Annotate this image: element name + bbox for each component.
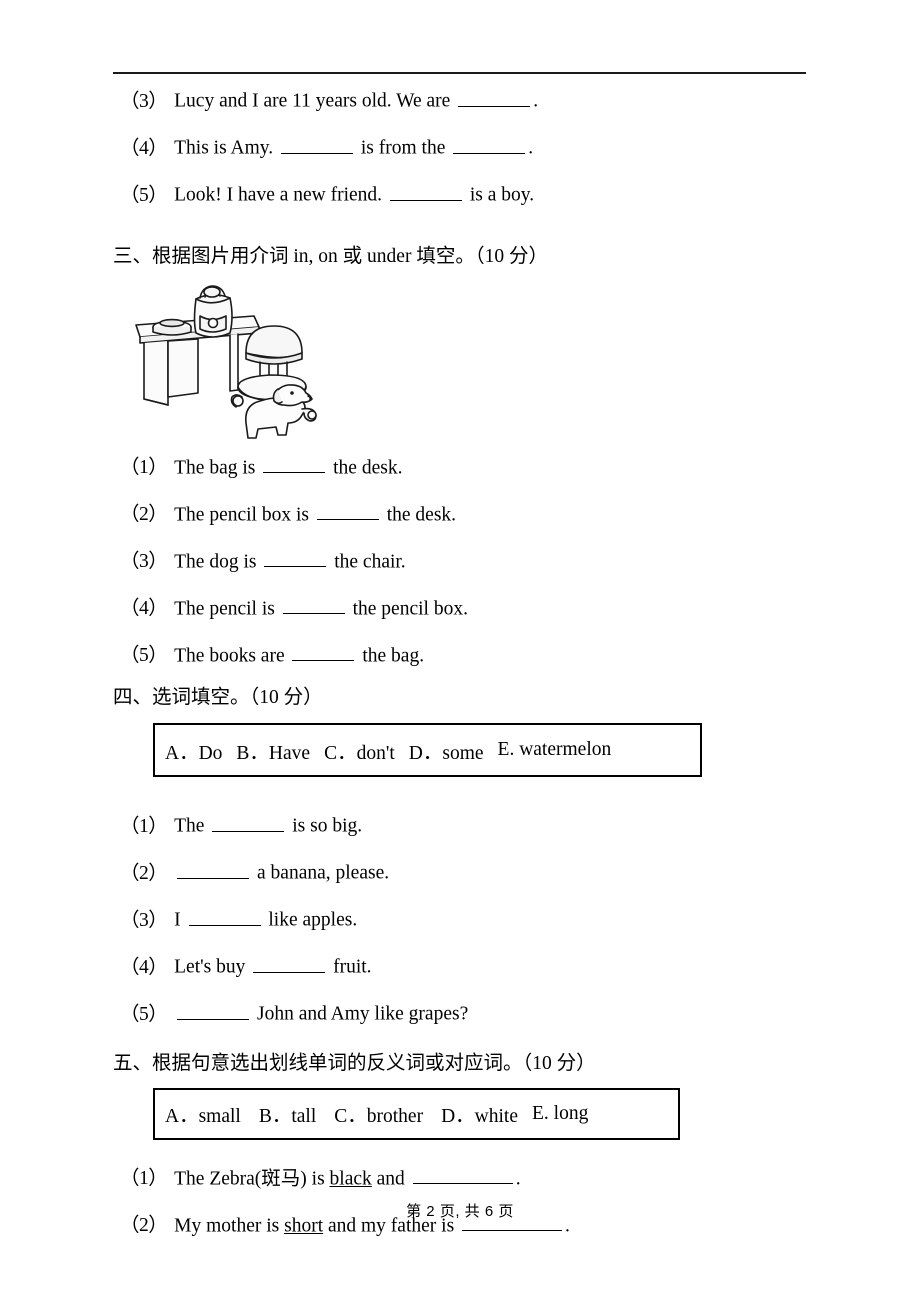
question-text-tail: the bag. — [357, 645, 425, 666]
question-item: （4） This is Amy. is from the . — [0, 133, 920, 158]
answer-blank[interactable] — [263, 453, 326, 473]
question-item: （2） a banana, please. — [0, 858, 920, 883]
word-bank-option[interactable]: C．brother — [334, 1099, 423, 1128]
question-item: （5） John and Amy like grapes? — [0, 999, 920, 1024]
question-text-tail: the pencil box. — [347, 598, 468, 619]
page-footer: 第 2 页, 共 6 页 — [406, 1203, 514, 1220]
question-number: （4） — [120, 956, 168, 978]
answer-blank[interactable] — [264, 547, 327, 567]
question-text-tail: . — [533, 90, 539, 112]
question-number: （2） — [120, 862, 168, 884]
question-text: Let's buy — [174, 956, 251, 978]
exam-page: （3） Lucy and I are 11 years old. We are … — [0, 0, 920, 1302]
question-text: This is Amy. — [174, 137, 278, 159]
answer-blank[interactable] — [253, 952, 326, 973]
question-number: （5） — [120, 645, 168, 666]
word-bank-option[interactable]: D．white — [441, 1099, 518, 1128]
question-item: （5） Look! I have a new friend. is a boy. — [0, 180, 920, 205]
question-number: （3） — [120, 909, 168, 931]
question-text-tail: a banana, please. — [252, 862, 390, 884]
word-bank-option[interactable]: A．small — [165, 1099, 241, 1128]
word-bank-section-5: A．small B．tall C．brother D．white E. long — [153, 1087, 680, 1140]
question-number: （3） — [120, 90, 168, 112]
question-item: （2） The pencil box is the desk. — [0, 500, 920, 525]
page-content: （3） Lucy and I are 11 years old. We are … — [0, 86, 920, 1258]
question-item: （4） The pencil is the pencil box. — [0, 594, 920, 619]
question-text: The bag is — [174, 457, 261, 478]
answer-blank[interactable] — [389, 180, 462, 201]
question-text: I — [174, 909, 186, 931]
question-text-tail: the desk. — [328, 457, 403, 478]
question-text: The pencil box is — [174, 504, 314, 525]
answer-blank[interactable] — [177, 999, 250, 1020]
word-bank-section-4: A．Do B．Have C．don't D．some E. watermelon — [153, 723, 702, 777]
question-item: （3） Lucy and I are 11 years old. We are … — [0, 86, 920, 111]
question-text: The Zebra(斑马) is — [174, 1168, 330, 1189]
question-text: Look! I have a new friend. — [174, 184, 387, 206]
question-number: （4） — [120, 598, 168, 619]
question-text-tail: . — [528, 137, 534, 159]
question-text: The pencil is — [174, 598, 280, 619]
word-bank-option[interactable]: D．some — [409, 736, 484, 765]
question-number: （5） — [120, 1003, 168, 1025]
question-number: （4） — [120, 137, 168, 159]
question-item: （1） The bag is the desk. — [0, 453, 920, 478]
illustration-container — [0, 283, 920, 443]
answer-blank[interactable] — [177, 858, 250, 879]
question-text: The dog is — [174, 551, 262, 572]
question-text: The — [174, 815, 210, 837]
underlined-word: black — [329, 1168, 372, 1189]
question-text-tail: like apples. — [263, 909, 358, 931]
question-text-mid: and — [371, 1168, 410, 1189]
question-text-mid: is from the — [355, 137, 451, 159]
question-item: （1） The is so big. — [0, 811, 920, 836]
question-item: （3） The dog is the chair. — [0, 547, 920, 572]
question-number: （1） — [120, 815, 168, 837]
question-item: （1） The Zebra(斑马) is black and . — [0, 1164, 920, 1189]
answer-blank[interactable] — [453, 133, 526, 154]
desk-chair-dog-illustration — [135, 284, 317, 439]
word-bank-option[interactable]: B．Have — [236, 736, 310, 765]
answer-blank[interactable] — [292, 641, 355, 661]
answer-blank[interactable] — [412, 1164, 513, 1184]
question-text-tail: the chair. — [329, 551, 406, 572]
question-text-tail: the desk. — [381, 504, 457, 525]
question-item: （3） I like apples. — [0, 905, 920, 930]
answer-blank[interactable] — [282, 594, 345, 614]
question-text-tail: . — [515, 1168, 521, 1189]
answer-blank[interactable] — [316, 500, 379, 520]
answer-blank[interactable] — [188, 905, 261, 926]
question-text-tail: fruit. — [328, 956, 372, 978]
word-bank-option[interactable]: E. watermelon — [498, 739, 612, 761]
section-heading-4: 四、选词填空。（10 分） — [113, 686, 323, 708]
word-bank-option[interactable]: B．tall — [259, 1099, 316, 1128]
section-heading-3: 三、根据图片用介词 in, on 或 under 填空。（10 分） — [113, 246, 548, 267]
question-number: （3） — [120, 551, 168, 572]
question-number: （5） — [120, 184, 168, 206]
answer-blank[interactable] — [458, 86, 531, 107]
section-heading-5: 五、根据句意选出划线单词的反义词或对应词。（10 分） — [113, 1053, 596, 1074]
word-bank-option[interactable]: C．don't — [324, 736, 395, 765]
question-text-tail: is so big. — [287, 815, 363, 837]
question-text-tail: is a boy. — [464, 184, 535, 206]
question-number: （1） — [120, 1168, 168, 1189]
question-text: Lucy and I are 11 years old. We are — [174, 90, 456, 112]
question-item: （5） The books are the bag. — [0, 641, 920, 666]
header-divider — [113, 72, 806, 74]
question-text: The books are — [174, 645, 290, 666]
question-text-tail: John and Amy like grapes? — [252, 1003, 469, 1025]
question-number: （2） — [120, 504, 168, 525]
answer-blank[interactable] — [280, 133, 353, 154]
answer-blank[interactable] — [212, 811, 285, 832]
question-item: （4） Let's buy fruit. — [0, 952, 920, 977]
word-bank-option[interactable]: A．Do — [165, 736, 222, 765]
word-bank-option[interactable]: E. long — [532, 1103, 588, 1125]
question-number: （1） — [120, 457, 168, 478]
